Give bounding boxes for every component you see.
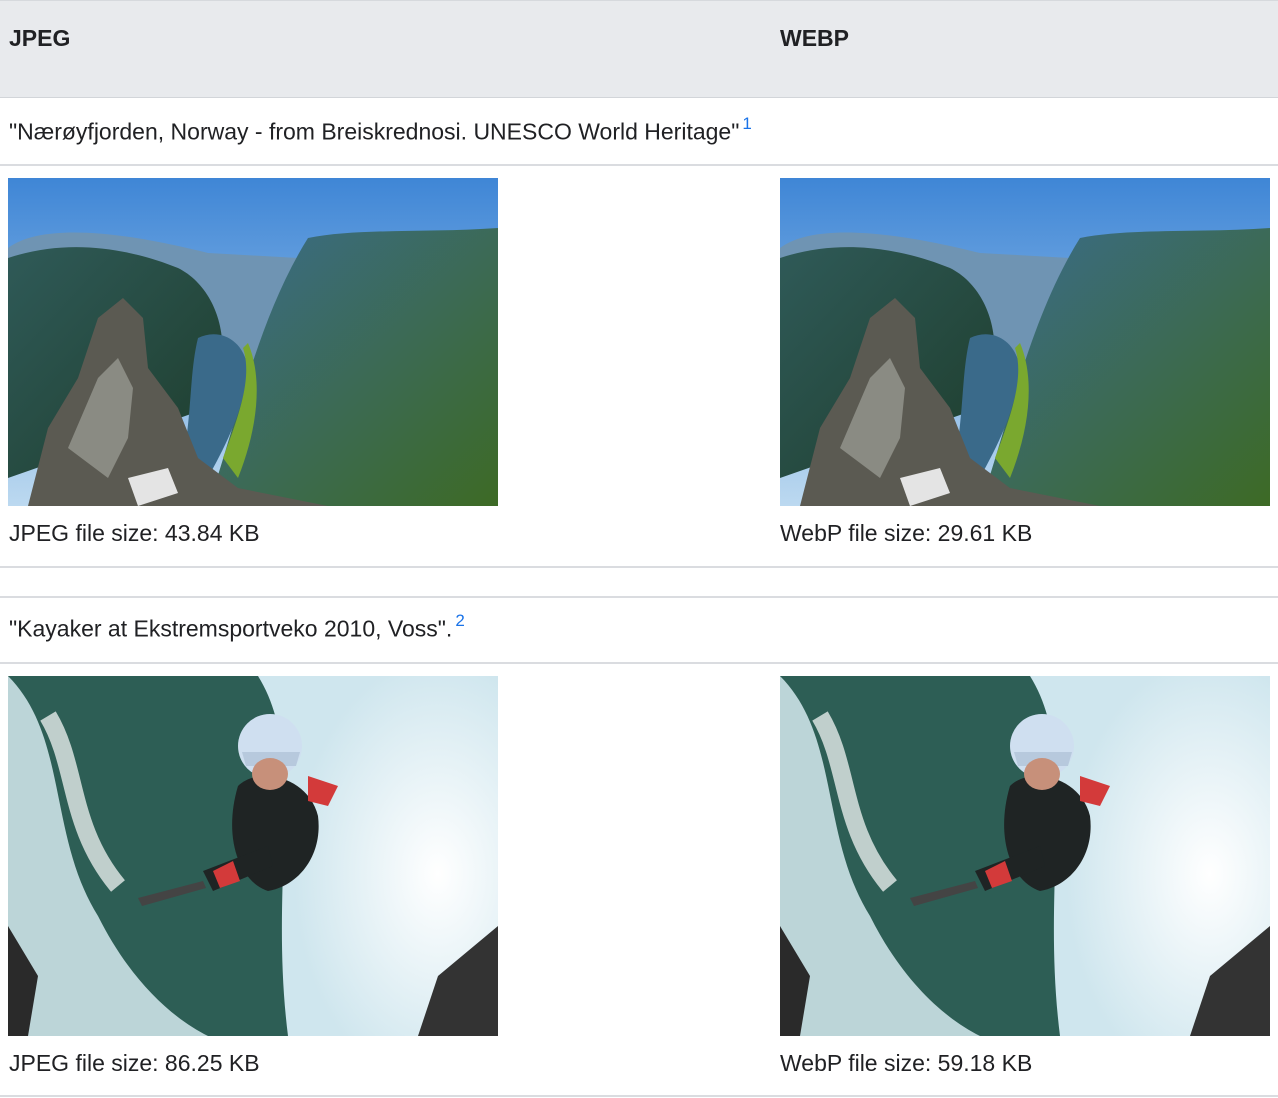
- footnote-link[interactable]: 1: [742, 114, 751, 133]
- webp-image-kayaker: [780, 676, 1270, 1036]
- caption-text: "Kayaker at Ekstremsportveko 2010, Voss"…: [9, 615, 453, 642]
- webp-file-size: WebP file size: 59.18 KB: [780, 1050, 1033, 1076]
- divider: [0, 566, 1278, 568]
- divider: [0, 1095, 1278, 1097]
- footnote-link[interactable]: 2: [455, 611, 464, 630]
- jpeg-file-size: JPEG file size: 43.84 KB: [9, 520, 260, 546]
- webp-file-size: WebP file size: 29.61 KB: [780, 520, 1033, 546]
- jpeg-file-size: JPEG file size: 86.25 KB: [9, 1050, 260, 1076]
- image-caption-fjord: "Nærøyfjorden, Norway - from Breiskredno…: [9, 114, 752, 146]
- column-header-jpeg: JPEG: [9, 25, 71, 51]
- divider: [0, 596, 1278, 598]
- divider: [0, 164, 1278, 166]
- jpeg-image-fjord: [8, 178, 498, 506]
- jpeg-image-kayaker: [8, 676, 498, 1036]
- table-header-row: JPEG WEBP: [0, 0, 1278, 98]
- divider: [0, 662, 1278, 664]
- column-header-webp: WEBP: [780, 25, 849, 51]
- caption-text: "Nærøyfjorden, Norway - from Breiskredno…: [9, 118, 740, 145]
- webp-image-fjord: [780, 178, 1270, 506]
- image-caption-kayaker: "Kayaker at Ekstremsportveko 2010, Voss"…: [9, 611, 465, 643]
